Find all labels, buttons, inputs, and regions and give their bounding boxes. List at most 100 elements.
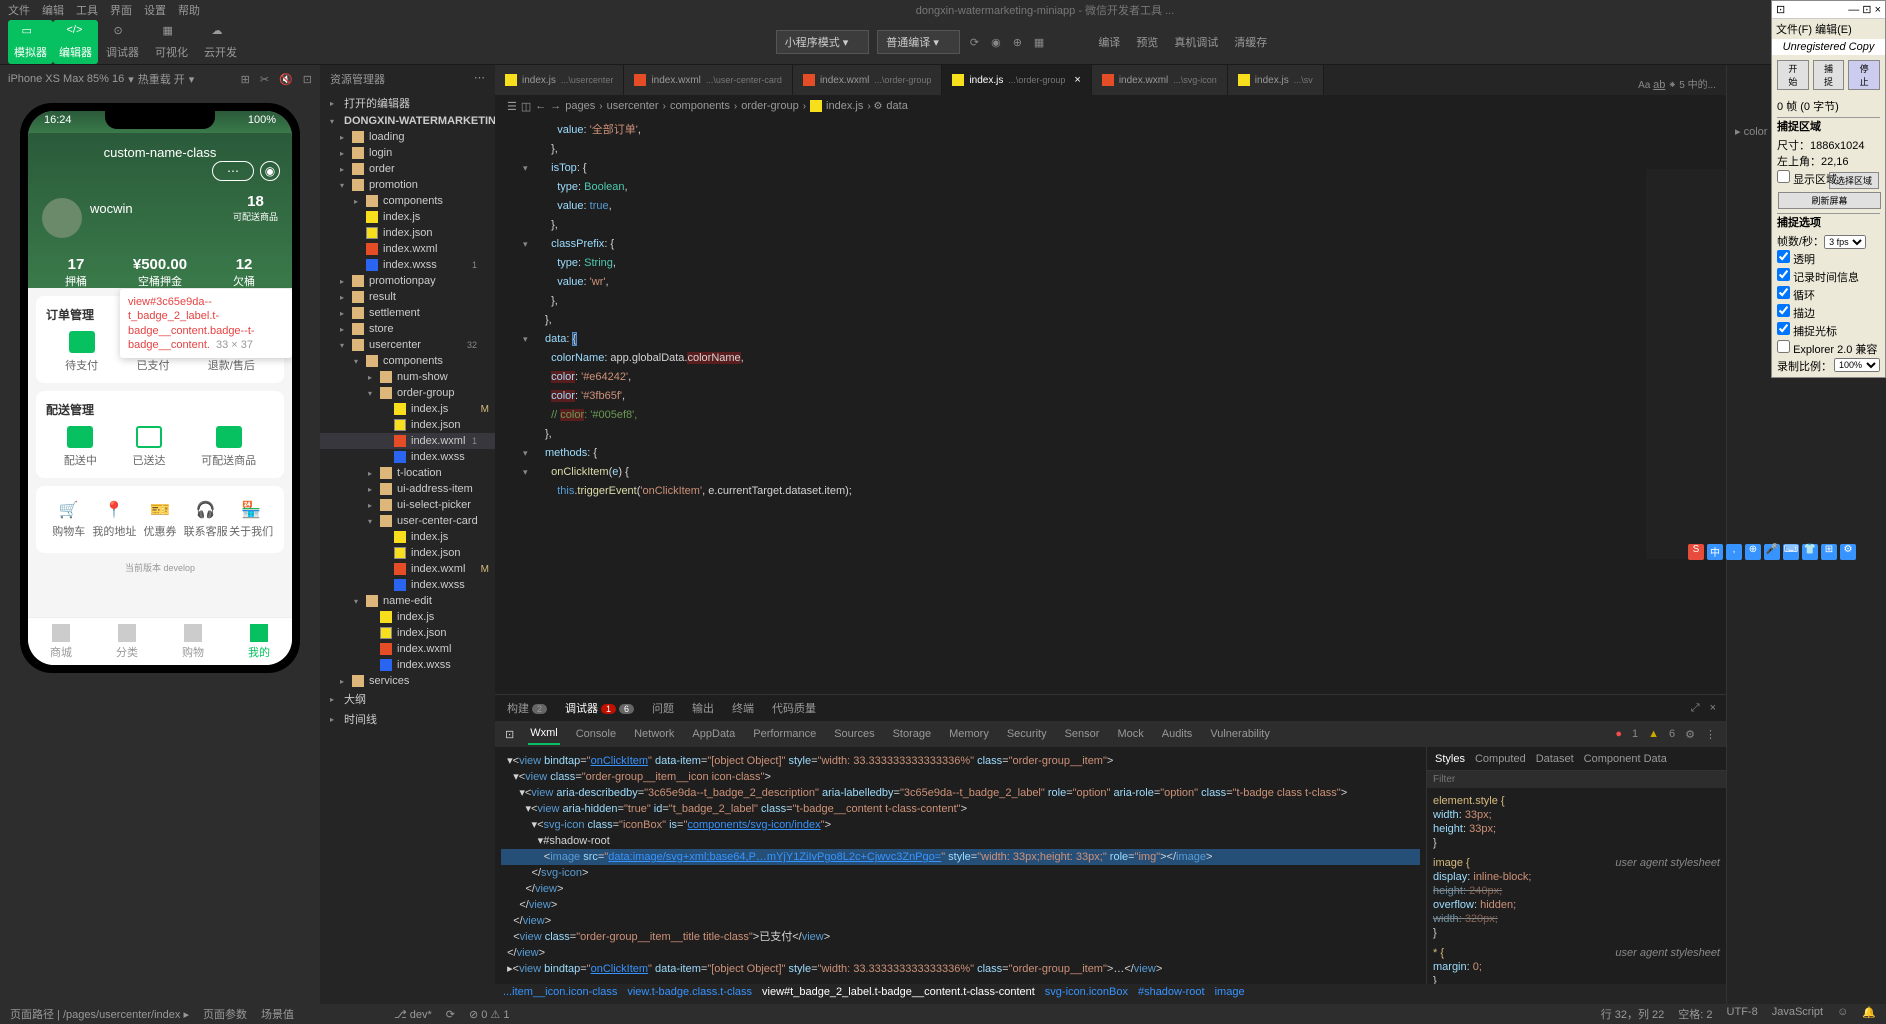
toolbar-icon[interactable]: ⟳ <box>970 36 979 49</box>
file-tree-item[interactable]: index.wxml1 <box>320 433 495 449</box>
sim-icon[interactable]: ✂ <box>260 73 269 86</box>
expand-icon[interactable]: ⤢ <box>1691 702 1700 715</box>
file-tree-item[interactable]: ▸ui-select-picker <box>320 497 495 513</box>
sync-icon[interactable]: ⟳ <box>446 1008 455 1021</box>
file-tree-item[interactable]: ▸login <box>320 145 495 161</box>
tab-item[interactable]: 商城 <box>28 618 94 665</box>
compile-select[interactable]: 普通编译 ▾ <box>877 30 960 54</box>
file-tree-item[interactable]: ▸order <box>320 161 495 177</box>
editor-tab[interactable]: index.wxml ...\order-group <box>793 65 943 95</box>
file-tree-item[interactable]: ▸ui-address-item <box>320 481 495 497</box>
bc-icon[interactable]: ☰ <box>507 100 517 113</box>
problems-tab[interactable]: 问题 <box>650 696 676 720</box>
page-path[interactable]: 页面路径 | /pages/usercenter/index ▸ <box>10 1006 189 1022</box>
preview-btn[interactable]: 预览 <box>1128 32 1166 52</box>
wxml-tree[interactable]: ▾<view bindtap="onClickItem" data-item="… <box>495 747 1426 984</box>
hot-reload[interactable]: 热重载 开 <box>138 71 185 87</box>
compat-check[interactable]: Explorer 2.0 兼容 <box>1777 340 1880 357</box>
ime-toolbar[interactable]: S中,⊕🎤⌨👕⊞⚙ <box>1688 544 1856 560</box>
vuln-tab[interactable]: Vulnerability <box>1208 724 1272 744</box>
file-tree-item[interactable]: ▸promotionpay <box>320 273 495 289</box>
more-icon[interactable]: ⋮ <box>1705 728 1716 741</box>
file-tree-item[interactable]: index.wxml <box>320 641 495 657</box>
outline-section[interactable]: ▸大纲 <box>320 689 495 709</box>
compile-btn[interactable]: 编译 <box>1090 32 1128 52</box>
file-tree-item[interactable]: index.wxmlM <box>320 561 495 577</box>
file-tree-item[interactable]: ▾promotion <box>320 177 495 193</box>
file-tree-item[interactable]: index.json <box>320 225 495 241</box>
tab-item[interactable]: 我的 <box>226 618 292 665</box>
editor-tab[interactable]: index.wxml ...\svg-icon <box>1092 65 1228 95</box>
capture-button[interactable]: 捕捉 <box>1813 60 1845 90</box>
element-path[interactable]: ...item__icon.icon-class view.t-badge.cl… <box>495 984 1726 1004</box>
encoding[interactable]: UTF-8 <box>1727 1006 1758 1022</box>
file-tree-item[interactable]: ▸store <box>320 321 495 337</box>
mock-tab[interactable]: Mock <box>1115 724 1145 744</box>
file-tree-item[interactable]: index.js <box>320 609 495 625</box>
capsule-menu[interactable]: ⋯ <box>212 161 254 181</box>
stat-deposit[interactable]: 17押桶 <box>65 256 87 289</box>
file-tree-item[interactable]: ▸t-location <box>320 465 495 481</box>
debugger-tab[interactable]: 调试器16 <box>563 696 636 720</box>
build-tab[interactable]: 构建2 <box>505 696 549 720</box>
file-tree-item[interactable]: index.js <box>320 529 495 545</box>
toolbar-icon[interactable]: ▦ <box>1034 36 1044 49</box>
file-tree-item[interactable]: index.json <box>320 625 495 641</box>
delivery-item[interactable]: 配送中 <box>64 426 97 468</box>
file-tree-item[interactable]: ▾name-edit <box>320 593 495 609</box>
security-tab[interactable]: Security <box>1005 724 1049 744</box>
settings-icon[interactable]: ⚙ <box>1685 728 1695 741</box>
cursor-pos[interactable]: 行 32，列 22 <box>1601 1006 1665 1022</box>
menu-item[interactable]: 帮助 <box>178 2 200 18</box>
menu-item[interactable]: 工具 <box>76 2 98 18</box>
dataset-tab[interactable]: Dataset <box>1536 753 1574 765</box>
tab-item[interactable]: 购物 <box>160 618 226 665</box>
file-tree-item[interactable]: index.json <box>320 417 495 433</box>
close-icon[interactable]: × <box>1710 702 1716 715</box>
file-tree-item[interactable]: ▸components <box>320 193 495 209</box>
order-item[interactable]: 待支付 <box>65 331 98 373</box>
breadcrumb[interactable]: ☰ ◫ ← → pages › usercenter › components … <box>495 95 1726 117</box>
filter-input[interactable] <box>1427 771 1726 788</box>
stat-balance[interactable]: ¥500.00空桶押金 <box>133 256 187 289</box>
file-tree-item[interactable]: index.wxss <box>320 657 495 673</box>
compdata-tab[interactable]: Component Data <box>1584 753 1667 765</box>
tab-item[interactable]: 分类 <box>94 618 160 665</box>
bc-icon[interactable]: → <box>550 100 561 112</box>
page-params[interactable]: 页面参数 <box>203 1006 247 1022</box>
memory-tab[interactable]: Memory <box>947 724 991 744</box>
sim-icon[interactable]: 🔇 <box>279 73 293 86</box>
stroke-check[interactable]: 描边 <box>1777 304 1880 321</box>
editor-button[interactable]: </>编辑器 <box>53 20 98 64</box>
project-root[interactable]: ▾DONGXIN-WATERMARKETING-MINI... <box>320 113 495 129</box>
code-editor[interactable]: value: '全部订单', }, ▾ isTop: { type: Boole… <box>495 117 1726 694</box>
quick-item[interactable]: 📍我的地址 <box>92 496 138 543</box>
remote-debug-btn[interactable]: 真机调试 <box>1166 32 1226 52</box>
file-tree-item[interactable]: index.js <box>320 209 495 225</box>
appdata-tab[interactable]: AppData <box>690 724 737 744</box>
file-tree-item[interactable]: ▾components <box>320 353 495 369</box>
file-tree-item[interactable]: ▸services <box>320 673 495 689</box>
terminal-tab[interactable]: 终端 <box>730 696 756 720</box>
sensor-tab[interactable]: Sensor <box>1063 724 1102 744</box>
file-tree-item[interactable]: index.jsM <box>320 401 495 417</box>
simulator-button[interactable]: ▭模拟器 <box>8 20 53 64</box>
capsule-close[interactable]: ◉ <box>260 161 280 181</box>
warn-badge[interactable]: ▲ <box>1648 728 1659 741</box>
delivery-item[interactable]: 已送达 <box>132 426 165 468</box>
delivery-item[interactable]: 可配送商品 <box>201 426 256 468</box>
menu-item[interactable]: 文件 <box>8 2 30 18</box>
quick-item[interactable]: 🎫优惠券 <box>137 496 183 543</box>
sim-icon[interactable]: ⊡ <box>303 73 312 86</box>
cloud-button[interactable]: ☁云开发 <box>196 22 245 62</box>
quality-tab[interactable]: 代码质量 <box>770 696 818 720</box>
styles-tab[interactable]: Styles <box>1435 753 1465 765</box>
start-button[interactable]: 开始 <box>1777 60 1809 90</box>
open-editors[interactable]: ▸打开的编辑器 <box>320 93 495 113</box>
fps-select[interactable]: 3 fps <box>1824 235 1866 249</box>
file-tree-item[interactable]: ▾user-center-card <box>320 513 495 529</box>
quick-item[interactable]: 🛒购物车 <box>46 496 92 543</box>
file-tree-item[interactable]: index.wxml <box>320 241 495 257</box>
ratio-select[interactable]: 100% <box>1834 358 1880 372</box>
record-time-check[interactable]: 记录时间信息 <box>1777 268 1880 285</box>
